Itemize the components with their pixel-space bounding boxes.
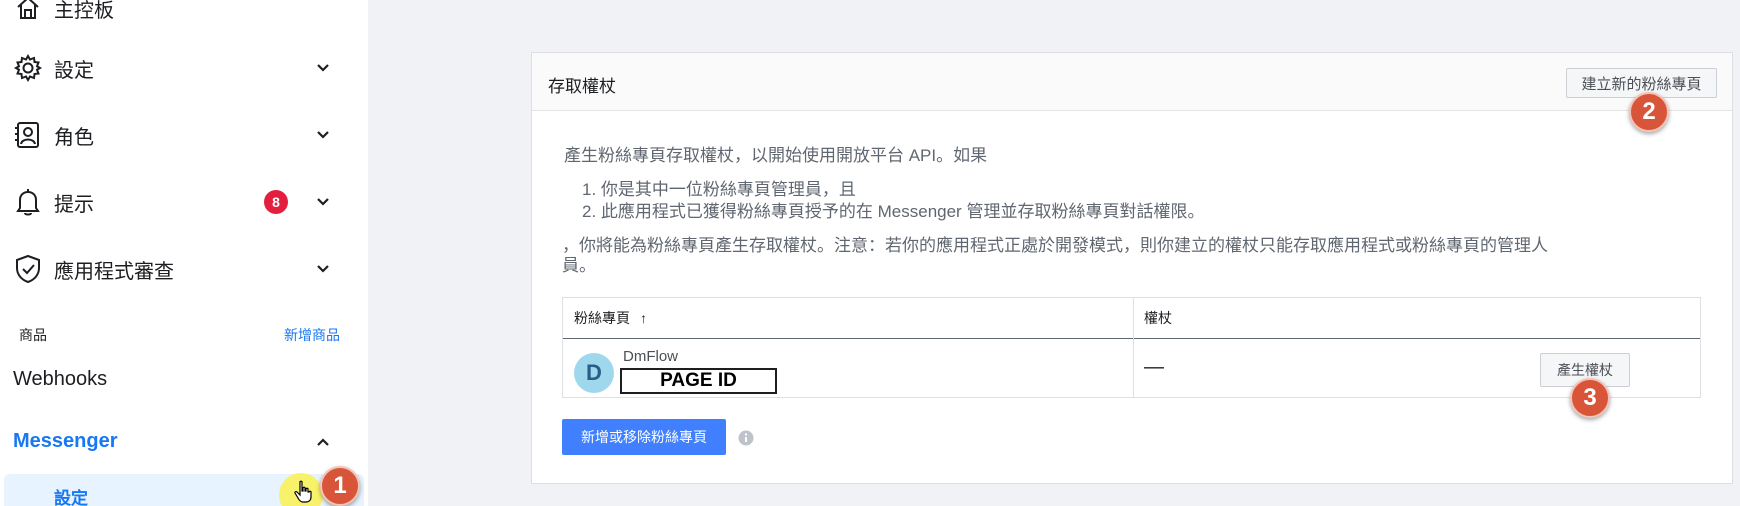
- sidebar-item-app-review[interactable]: 應用程式審查: [0, 249, 368, 289]
- chevron-up-icon[interactable]: [313, 432, 333, 452]
- roles-icon: [12, 119, 44, 151]
- hand-cursor-icon: [294, 480, 312, 503]
- chevron-down-icon: [313, 259, 333, 279]
- info-icon[interactable]: [738, 430, 754, 446]
- sidebar-subitem-label: 設定: [54, 489, 88, 506]
- notification-badge: 8: [264, 190, 288, 214]
- card-header: 存取權杖 建立新的粉絲專頁: [532, 53, 1732, 111]
- sidebar: 主控板 設定 角色 提示 8 應用程式審查 商品 新增商品 Webhooks M…: [0, 0, 368, 506]
- column-divider: [1133, 298, 1134, 397]
- note-text-continued: 員。: [562, 256, 596, 275]
- bell-icon: [12, 186, 44, 218]
- access-token-card: 存取權杖 建立新的粉絲專頁 產生粉絲專頁存取權杖，以開始使用開放平台 API。如…: [531, 52, 1733, 484]
- add-remove-pages-button[interactable]: 新增或移除粉絲專頁: [562, 419, 726, 455]
- chevron-down-icon: [313, 192, 333, 212]
- step-marker-1: 1: [320, 466, 360, 506]
- header-divider: [563, 338, 1700, 339]
- condition-item: 2. 此應用程式已獲得粉絲專頁授予的在 Messenger 管理並存取粉絲專頁對…: [582, 202, 1205, 221]
- add-product-link[interactable]: 新增商品: [284, 325, 340, 345]
- column-header-page[interactable]: 粉絲專頁 ↑: [563, 298, 1133, 338]
- shield-check-icon: [12, 253, 44, 285]
- sidebar-item-roles[interactable]: 角色: [0, 115, 368, 155]
- sidebar-item-label: 角色: [54, 126, 94, 149]
- products-heading: 商品: [19, 327, 47, 343]
- top-strip: [368, 0, 1740, 30]
- chevron-down-icon: [313, 125, 333, 145]
- card-title: 存取權杖: [548, 77, 616, 96]
- page-name: DmFlow: [623, 348, 678, 365]
- chevron-down-icon: [313, 58, 333, 78]
- sidebar-item-label: 設定: [54, 59, 94, 82]
- column-header-label: 粉絲專頁: [574, 310, 630, 326]
- avatar: D: [574, 353, 614, 393]
- token-value: —: [1144, 356, 1164, 378]
- sidebar-item-webhooks[interactable]: Webhooks: [13, 368, 107, 391]
- sort-arrow-icon: ↑: [640, 310, 647, 326]
- sidebar-item-messenger[interactable]: Messenger: [13, 430, 118, 453]
- step-marker-2: 2: [1629, 92, 1669, 132]
- column-header-token: 權杖: [1133, 298, 1700, 338]
- sidebar-item-label: 應用程式審查: [54, 260, 174, 283]
- gear-icon: [12, 52, 44, 84]
- sidebar-item-dashboard[interactable]: 主控板: [0, 0, 368, 28]
- sidebar-item-alerts[interactable]: 提示 8: [0, 182, 368, 222]
- pages-table: 粉絲專頁 ↑ 權杖 D DmFlow PAGE ID — 產生權杖: [562, 297, 1701, 398]
- sidebar-item-settings[interactable]: 設定: [0, 48, 368, 88]
- page-id-redaction-box: PAGE ID: [620, 368, 777, 394]
- sidebar-item-label: 提示: [54, 193, 94, 216]
- sidebar-item-label: 主控板: [54, 0, 114, 22]
- column-header-label: 權杖: [1144, 310, 1172, 326]
- home-icon: [12, 0, 44, 24]
- step-marker-3: 3: [1570, 378, 1610, 418]
- intro-text: 產生粉絲專頁存取權杖，以開始使用開放平台 API。如果: [564, 146, 988, 165]
- note-text: ，你將能為粉絲專頁產生存取權杖。注意：若你的應用程式正處於開發模式，則你建立的權…: [562, 236, 1548, 255]
